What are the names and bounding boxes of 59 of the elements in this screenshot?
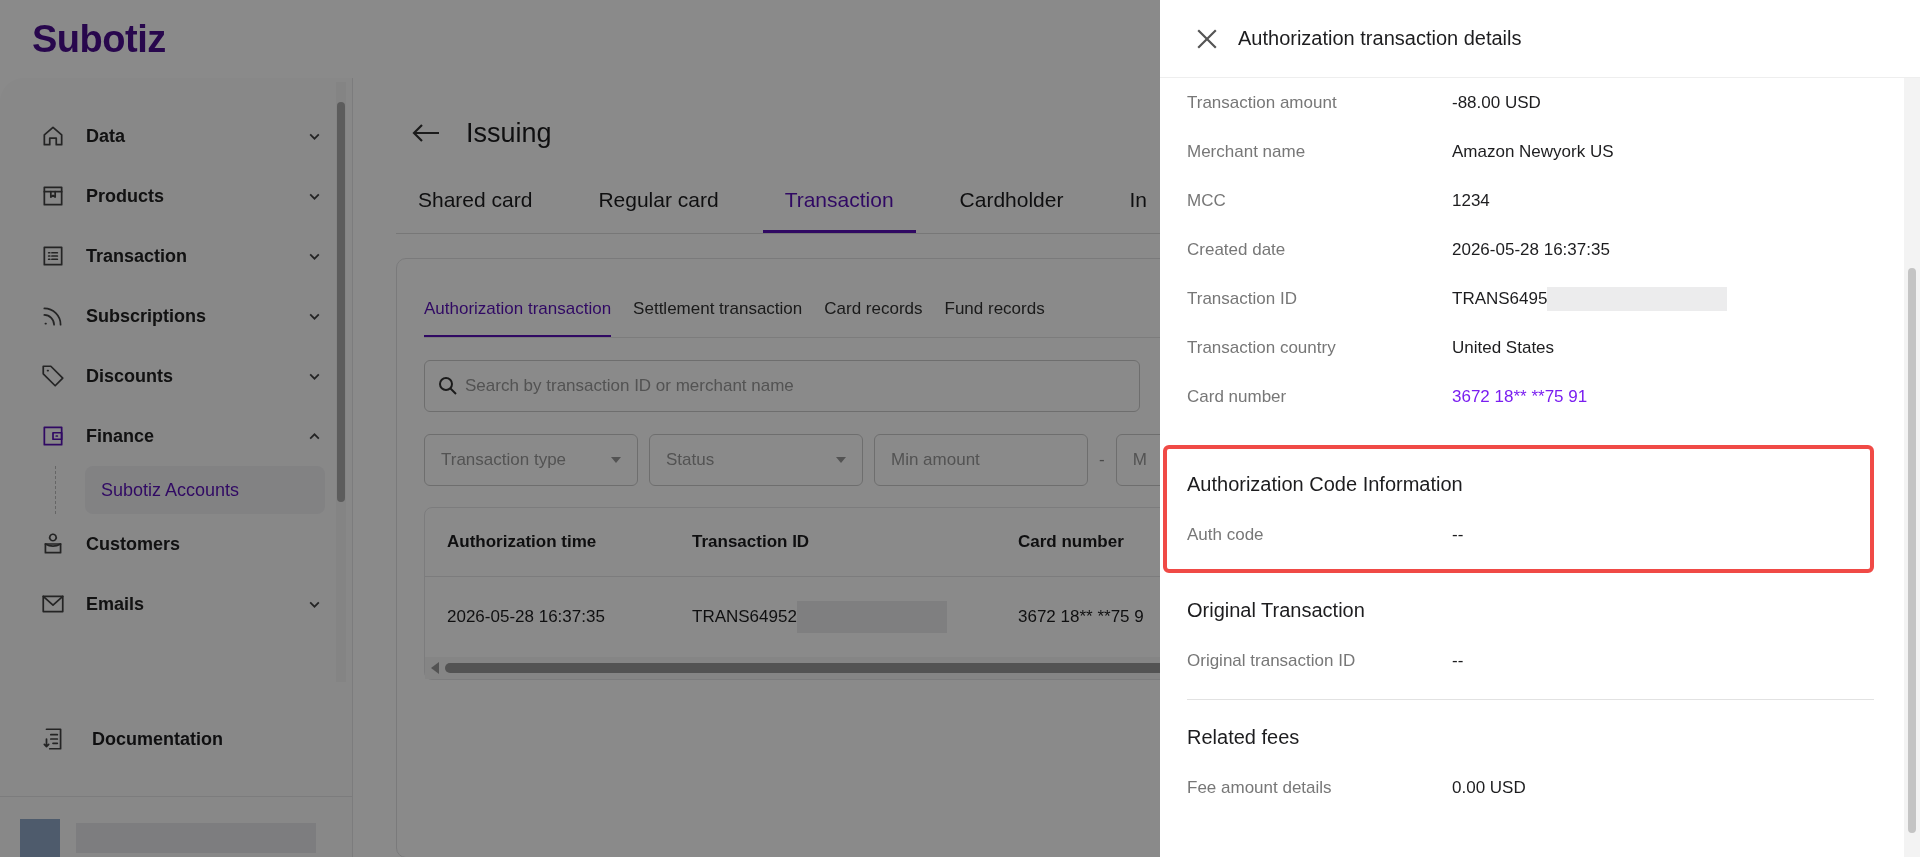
field-label: Fee amount details	[1187, 777, 1333, 798]
field-value: --	[1452, 524, 1464, 545]
field-value: -88.00 USD	[1452, 92, 1541, 113]
range-separator: -	[1099, 450, 1105, 470]
sidebar-item[interactable]: Subscriptions	[40, 286, 325, 346]
field-value: --	[1452, 650, 1464, 671]
field-value: 0.00 USD	[1452, 777, 1526, 798]
column-header: Card number	[1018, 532, 1124, 552]
sidebar-item[interactable]: Data	[40, 106, 325, 166]
section-title: Related fees	[1187, 726, 1301, 749]
field-label: Transaction amount	[1187, 92, 1338, 113]
field-value: United States	[1452, 337, 1555, 358]
column-header: Transaction ID	[692, 532, 811, 552]
field-label: MCC	[1187, 190, 1227, 211]
logo: Subotiz	[32, 17, 166, 61]
field-value: 1234	[1452, 190, 1490, 211]
field-label: Transaction country	[1187, 337, 1337, 358]
table-cell: 3672 18** **75 9	[1018, 607, 1144, 627]
caret-icon	[836, 457, 846, 463]
tab[interactable]: Regular card	[576, 174, 741, 233]
back-arrow-icon[interactable]	[412, 123, 440, 143]
section-title: Authorization Code Information	[1187, 473, 1464, 496]
field-label: Auth code	[1187, 524, 1265, 545]
sidebar-item[interactable]: Products	[40, 166, 325, 226]
field-label: Original transaction ID	[1187, 650, 1357, 671]
tab[interactable]: Cardholder	[937, 174, 1086, 233]
card-number-link[interactable]: 3672 18** **75 91	[1452, 386, 1588, 407]
table-cell: 2026-05-28 16:37:35	[447, 607, 605, 627]
field-label: Created date	[1187, 239, 1287, 260]
field-value: 2026-05-28 16:37:35	[1452, 239, 1610, 260]
subtab[interactable]: Card records	[824, 299, 923, 337]
scrollbar[interactable]	[1904, 78, 1920, 857]
search-icon	[438, 376, 458, 396]
sidebar-item[interactable]: Finance	[40, 406, 325, 466]
tab[interactable]: Shared card	[396, 174, 555, 233]
subtab[interactable]: Settlement transaction	[633, 299, 803, 337]
documentation-link[interactable]: Documentation	[0, 689, 352, 759]
caret-icon	[611, 457, 621, 463]
field-label: Card number	[1187, 386, 1288, 407]
tab[interactable]: Transaction	[762, 174, 916, 233]
sidebar-item[interactable]: Discounts	[40, 346, 325, 406]
table-cell: TRANS64952	[692, 607, 797, 627]
close-icon[interactable]	[1196, 27, 1218, 50]
sidebar-item[interactable]: Customers	[40, 514, 325, 574]
avatar-placeholder	[20, 819, 60, 857]
sidebar-item[interactable]: Transaction	[40, 226, 325, 286]
subtab[interactable]: Fund records	[944, 299, 1045, 337]
field-value: TRANS6495	[1452, 288, 1548, 309]
section-title: Original Transaction	[1187, 599, 1366, 622]
page-title: Issuing	[466, 117, 552, 149]
field-label: Transaction ID	[1187, 288, 1298, 309]
subtab[interactable]: Authorization transaction	[424, 299, 612, 337]
sidebar-subitem[interactable]: Subotiz Accounts	[85, 466, 325, 514]
drawer-title: Authorization transaction details	[1238, 27, 1522, 50]
sidebar-item[interactable]: Emails	[40, 574, 325, 634]
field-value: Amazon Newyork US	[1452, 141, 1614, 162]
field-label: Merchant name	[1187, 141, 1307, 162]
scrollbar[interactable]	[336, 82, 346, 682]
column-header: Authorization time	[446, 532, 598, 552]
